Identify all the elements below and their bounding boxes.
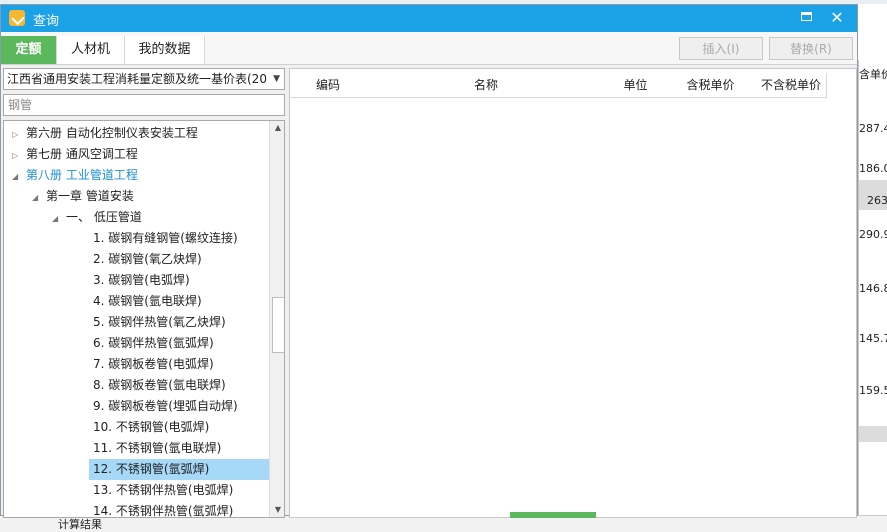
- tree-node-label: 第六册 自动化控制仪表安装工程: [26, 126, 198, 140]
- chevron-down-icon[interactable]: ▼: [273, 69, 280, 89]
- tab-bar: 定额 人材机 我的数据 插入(I) 替换(R): [1, 32, 857, 65]
- tree-node[interactable]: 6. 碳钢伴热管(氩弧焊): [89, 333, 214, 354]
- tree-node-label: 10. 不锈钢管(电弧焊): [93, 420, 210, 434]
- tab-my-data[interactable]: 我的数据: [125, 36, 205, 64]
- tree-node-label: 5. 碳钢伴热管(氧乙炔焊): [93, 315, 226, 329]
- close-icon[interactable]: ✕: [827, 8, 847, 28]
- tab-labor-material-machine[interactable]: 人材机: [57, 36, 125, 64]
- tree-node-label: 6. 碳钢伴热管(氩弧焊): [93, 336, 214, 350]
- background-table: 含单价 287.4 186.0 263 290.9 146.8 145.7 15…: [858, 60, 887, 531]
- tree-node[interactable]: 1. 碳钢有缝钢管(螺纹连接): [89, 228, 238, 249]
- background-header-cell: 含单价: [859, 68, 887, 81]
- tree-node-label: 13. 不锈钢伴热管(电弧焊): [93, 483, 234, 497]
- panel-splitter-handle[interactable]: [510, 512, 596, 518]
- collapse-arrow-icon[interactable]: ◢: [12, 166, 26, 187]
- tree-node-label: 3. 碳钢管(电弧焊): [93, 273, 190, 287]
- expand-arrow-icon[interactable]: ▷: [12, 145, 26, 166]
- library-select[interactable]: 江西省通用安装工程消耗量定额及统一基价表(20 ▼: [3, 68, 285, 90]
- tree-node-label: 8. 碳钢板卷管(氩电联焊): [93, 378, 226, 392]
- background-value-cell: 145.7: [859, 332, 887, 345]
- tree-node[interactable]: 8. 碳钢板卷管(氩电联焊): [89, 375, 226, 396]
- background-footer-left: 计算结果: [58, 518, 102, 531]
- left-panel: 江西省通用安装工程消耗量定额及统一基价表(20 ▼ 钢管 ▷ 第六册 自动化控制仪…: [3, 68, 285, 518]
- tree-node-label: 9. 碳钢板卷管(埋弧自动焊): [93, 399, 238, 413]
- tree-node-label: 11. 不锈钢管(氩电联焊): [93, 441, 222, 455]
- tree-node-label: 12. 不锈钢管(氩弧焊): [93, 462, 210, 476]
- tree-node-label: 第一章 管道安装: [46, 189, 134, 203]
- tree-node[interactable]: 13. 不锈钢伴热管(电弧焊): [89, 480, 233, 501]
- column-header-taxed-price[interactable]: 含税单价: [665, 73, 757, 98]
- tree-node-label: 4. 碳钢管(氩电联焊): [93, 294, 202, 308]
- tree-node[interactable]: ◢ 第八册 工业管道工程: [12, 165, 138, 186]
- tree-node[interactable]: 14. 不锈钢伴热管(氩弧焊): [89, 501, 234, 518]
- app-icon: [9, 10, 25, 26]
- background-value-cell: 146.8: [859, 282, 887, 295]
- background-value-cell: 290.9: [859, 228, 887, 241]
- window-title: 查询: [33, 14, 60, 29]
- tree-node[interactable]: ◢ 第一章 管道安装: [32, 186, 134, 207]
- expand-arrow-icon[interactable]: ▷: [12, 124, 26, 145]
- search-input[interactable]: 钢管: [3, 94, 285, 116]
- column-header-code[interactable]: 编码: [290, 73, 367, 98]
- collapse-arrow-icon[interactable]: ◢: [52, 208, 66, 229]
- collapse-arrow-icon[interactable]: ◢: [32, 187, 46, 208]
- tree-node-label: 第七册 通风空调工程: [26, 147, 138, 161]
- tree-node[interactable]: 7. 碳钢板卷管(电弧焊): [89, 354, 214, 375]
- scroll-thumb[interactable]: [272, 297, 284, 353]
- query-dialog: 查询 ✕ 定额 人材机 我的数据 插入(I) 替换(R) 江西省通用安装工程消耗…: [0, 4, 858, 518]
- background-value-cell: 263: [867, 194, 887, 207]
- tree-node-label: 14. 不锈钢伴热管(氩弧焊): [93, 504, 234, 518]
- tree-node[interactable]: ▷ 第七册 通风空调工程: [12, 144, 138, 165]
- library-select-value: 江西省通用安装工程消耗量定额及统一基价表(20: [7, 72, 267, 86]
- tree-node[interactable]: ◢ 一、 低压管道: [52, 207, 142, 228]
- tree-node[interactable]: 11. 不锈钢管(氩电联焊): [89, 438, 221, 459]
- tree-node[interactable]: 5. 碳钢伴热管(氧乙炔焊): [89, 312, 226, 333]
- replace-button[interactable]: 替换(R): [769, 37, 853, 60]
- scroll-up-icon[interactable]: ▲: [270, 121, 284, 135]
- tree-node-label: 1. 碳钢有缝钢管(螺纹连接): [93, 231, 238, 245]
- scroll-down-icon[interactable]: ▼: [270, 503, 284, 517]
- tree-scrollbar[interactable]: ▲ ▼: [269, 121, 284, 517]
- tree-node[interactable]: 2. 碳钢管(氧乙炔焊): [89, 249, 202, 270]
- results-grid: 编码 名称 单位 含税单价 不含税单价: [289, 68, 857, 518]
- tree-node-label: 7. 碳钢板卷管(电弧焊): [93, 357, 214, 371]
- tree-node[interactable]: ▷ 第六册 自动化控制仪表安装工程: [12, 123, 198, 144]
- column-header-unit[interactable]: 单位: [606, 73, 666, 98]
- background-value-cell: 287.4: [859, 122, 887, 135]
- column-header-untaxed-price[interactable]: 不含税单价: [756, 73, 827, 98]
- tree-node[interactable]: 12. 不锈钢管(氩弧焊): [89, 459, 272, 480]
- tree-node-label: 2. 碳钢管(氧乙炔焊): [93, 252, 202, 266]
- column-header-name[interactable]: 名称: [366, 73, 607, 98]
- tree-node[interactable]: 10. 不锈钢管(电弧焊): [89, 417, 209, 438]
- background-value-cell: 186.0: [859, 162, 887, 175]
- chapter-tree: ▷ 第六册 自动化控制仪表安装工程 ▷ 第七册 通风空调工程 ◢ 第八册 工业管道工程 ◢ 第…: [3, 120, 285, 518]
- tree-node[interactable]: 9. 碳钢板卷管(埋弧自动焊): [89, 396, 238, 417]
- tab-quota[interactable]: 定额: [1, 36, 57, 64]
- insert-button[interactable]: 插入(I): [679, 37, 763, 60]
- tree-node-label: 第八册 工业管道工程: [26, 168, 138, 182]
- title-bar: 查询 ✕: [1, 5, 857, 32]
- tree-node-label: 一、 低压管道: [66, 210, 142, 224]
- background-value-cell: 159.5: [859, 384, 887, 397]
- tree-node[interactable]: 4. 碳钢管(氩电联焊): [89, 291, 202, 312]
- maximize-icon[interactable]: [801, 12, 812, 21]
- tree-node[interactable]: 3. 碳钢管(电弧焊): [89, 270, 190, 291]
